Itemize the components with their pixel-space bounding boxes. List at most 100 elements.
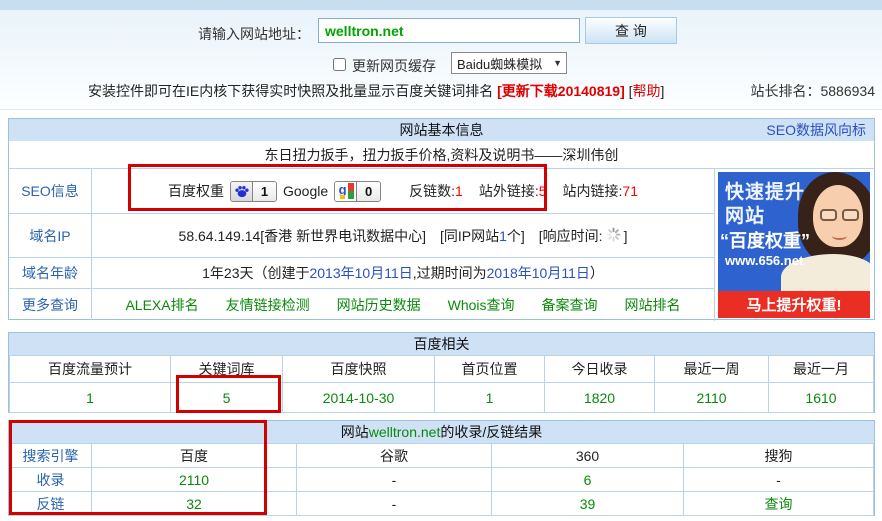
collect-value-cell: 2110 [92, 468, 297, 492]
baidu-related-value-cell: 5 [171, 383, 283, 413]
google-pr-value: 0 [357, 182, 380, 201]
search-engine-cell: 谷歌 [297, 444, 492, 468]
address-input[interactable] [318, 18, 580, 43]
baidu-related-header-cell: 百度快照 [283, 356, 435, 383]
install-note-line: 安装控件即可在IE内核下获得实时快照及批量显示百度关键词排名 [更新下载2014… [88, 81, 664, 101]
collect-value-cell: 6 [492, 468, 684, 492]
text-ad-link[interactable]: 东日扭力扳手，扭力扳手价格,资料及说明书——深圳伟创 [265, 145, 619, 165]
more-query-link[interactable]: 网站排名 [625, 295, 681, 315]
help-link[interactable]: 帮助 [633, 83, 661, 99]
backlink-value: 1 [455, 183, 463, 199]
collect-value-cell: 39 [492, 492, 684, 516]
baidu-weight-ad-banner[interactable]: 快速提升 网站 “百度权重” www.656.net 马上提升权重! [718, 172, 870, 318]
collect-title-prefix: 网站 [341, 422, 369, 442]
baidu-related-value-cell: 2014-10-30 [283, 383, 435, 413]
baidu-related-header-cell: 今日收录 [545, 356, 655, 383]
webmaster-rank-value: 5886934 [820, 83, 875, 99]
spider-select-value: Baidu蜘蛛模拟 [457, 54, 542, 73]
baidu-weight-value: 1 [253, 182, 276, 201]
more-query-link[interactable]: 备案查询 [542, 295, 598, 315]
response-time-close: ] [624, 228, 628, 244]
ad-line3: “百度权重” [720, 227, 810, 253]
seo-trend-link[interactable]: SEO数据风向标 [766, 120, 866, 140]
collect-query-cell: 查询 [684, 492, 874, 516]
more-query-link[interactable]: Whois查询 [448, 295, 515, 315]
baidu-related-header-cell: 首页位置 [435, 356, 545, 383]
basic-info-panel: 网站基本信息 SEO数据风向标 东日扭力扳手，扭力扳手价格,资料及说明书——深圳… [8, 118, 875, 320]
baidu-weight-badge[interactable]: 1 [230, 181, 277, 202]
inlink-value: 71 [622, 183, 638, 199]
more-query-label[interactable]: 更多查询 [22, 295, 78, 315]
address-label: 请输入网站地址： [198, 24, 310, 44]
collect-header: 网站 welltron.net 的收录/反链结果 [9, 421, 874, 443]
more-query-link[interactable]: 友情链接检测 [226, 295, 310, 315]
collect-row-label: 收录 [37, 472, 65, 488]
age-suffix: ） [590, 263, 604, 283]
outlink-label: 站外链接: [479, 181, 539, 201]
spider-simulate-select[interactable]: Baidu蜘蛛模拟 ▼ [451, 52, 567, 74]
baidu-weight-label: 百度权重 [168, 181, 224, 201]
install-note-text: 安装控件即可在IE内核下获得实时快照及批量显示百度关键词排名 [88, 83, 493, 99]
same-ip-close: 个] [507, 226, 525, 246]
search-engine-cell: 搜狗 [684, 444, 874, 468]
search-engine-cell: 360 [492, 444, 684, 468]
baidu-related-value-cell: 1 [10, 383, 171, 413]
baidu-related-value-cell: 1610 [769, 383, 874, 413]
help-bracket-close: ] [661, 83, 665, 99]
outlink-value: 5 [539, 183, 547, 199]
basic-info-header: 网站基本信息 SEO数据风向标 [9, 119, 874, 141]
collect-title-domain: welltron.net [369, 424, 441, 440]
baidu-related-header-row: 百度流量预计关键词库百度快照首页位置今日收录最近一周最近一月 [10, 356, 874, 383]
webmaster-rank: 站长排名：5886934 [750, 81, 875, 101]
baidu-related-value-cell: 1 [435, 383, 545, 413]
more-query-link[interactable]: 网站历史数据 [337, 295, 421, 315]
more-query-link[interactable]: ALEXA排名 [125, 295, 198, 315]
baidu-paw-icon [231, 182, 253, 201]
collect-query-link[interactable]: 查询 [765, 496, 793, 512]
glasses-icon [820, 209, 837, 221]
baidu-related-header-cell: 百度流量预计 [10, 356, 171, 383]
domain-ip-label[interactable]: 域名IP [29, 226, 70, 246]
baidu-related-value-row: 152014-10-301182021101610 [10, 383, 874, 413]
page-top-strip [0, 0, 882, 10]
backlink-label: 反链数: [409, 181, 455, 201]
more-query-row: 更多查询 ALEXA排名 友情链接检测 网站历史数据 Whois查询 备案查询 网站排名 [9, 288, 714, 320]
seo-info-label[interactable]: SEO信息 [21, 181, 79, 201]
baidu-related-header-cell: 最近一周 [655, 356, 769, 383]
same-ip-open: [同IP网站 [440, 226, 499, 246]
refresh-cache-checkbox[interactable] [333, 58, 346, 71]
domain-age-label[interactable]: 域名年龄 [22, 263, 78, 283]
search-engine-label: 搜索引擎 [23, 448, 79, 464]
baidu-related-header-cell: 最近一月 [769, 356, 874, 383]
domain-age-row: 域名年龄 1年23天（创建于2013年10月11日,过期时间为2018年10月1… [9, 257, 714, 288]
more-query-links: ALEXA排名 友情链接检测 网站历史数据 Whois查询 备案查询 网站排名 [92, 289, 714, 320]
baidu-related-header-cell: 关键词库 [171, 356, 283, 383]
age-middle: ,过期时间为 [413, 263, 487, 283]
google-pr-badge[interactable]: g 0 [334, 181, 381, 202]
collect-empty-cell: - [684, 468, 874, 492]
ip-address-text: 58.64.149.14[香港 新世界电讯数据中心] [179, 226, 426, 246]
response-time-open: [响应时间: [539, 226, 603, 246]
refresh-cache-label: 更新网页缓存 [352, 56, 436, 76]
ad-line1: 快速提升 [725, 177, 805, 204]
created-date-link[interactable]: 2013年10月11日 [309, 263, 412, 283]
ad-line2: 网站 [725, 201, 765, 228]
seo-info-row: SEO信息 百度权重 1 Google [9, 169, 714, 213]
ad-cta-button[interactable]: 马上提升权重! [718, 291, 870, 318]
expire-date-link[interactable]: 2018年10月11日 [487, 263, 590, 283]
age-prefix: 1年23天（创建于 [202, 263, 309, 283]
search-engine-row: 搜索引擎 百度谷歌360搜狗 [10, 444, 874, 468]
ad-url: www.656.net [725, 253, 803, 268]
search-engine-cell: 百度 [92, 444, 297, 468]
baidu-related-header: 百度相关 [9, 333, 874, 355]
same-ip-count-link[interactable]: 1 [499, 228, 507, 244]
query-button[interactable]: 查 询 [585, 17, 677, 44]
collect-empty-cell: - [297, 468, 492, 492]
text-ad-line[interactable]: 东日扭力扳手，扭力扳手价格,资料及说明书——深圳伟创 [9, 141, 874, 168]
collect-title-suffix: 的收录/反链结果 [440, 422, 542, 442]
inlink-label: 站内链接: [563, 181, 623, 201]
collect-data-row: 收录2110-6- [10, 468, 874, 492]
webmaster-rank-label: 站长排名： [750, 83, 820, 99]
chevron-down-icon: ▼ [553, 58, 562, 68]
update-download-link[interactable]: [更新下载20140819] [497, 83, 625, 99]
